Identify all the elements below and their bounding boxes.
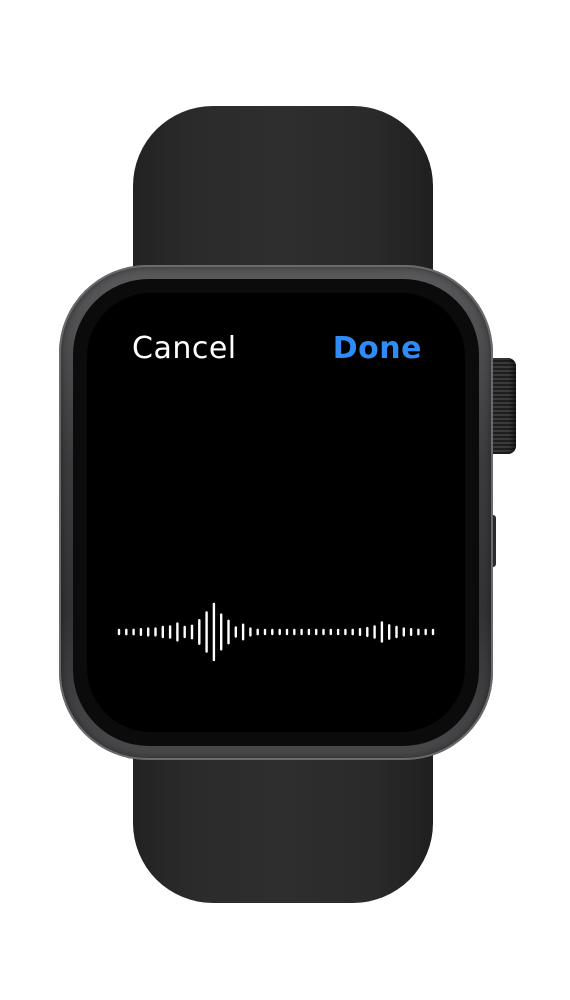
watch-bezel: Cancel Done — [73, 279, 479, 746]
watch-screen: Cancel Done — [87, 293, 465, 732]
dictation-waveform — [117, 602, 435, 662]
watch-case: Cancel Done — [59, 265, 493, 760]
apple-watch-mockup: Cancel Done — [0, 0, 570, 1000]
